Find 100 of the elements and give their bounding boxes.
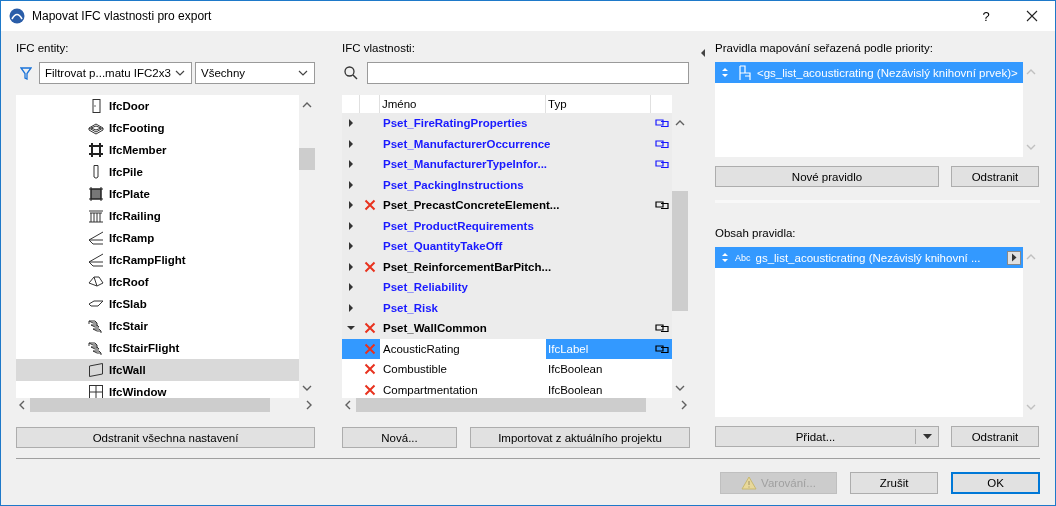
chevron-down-icon [298, 68, 308, 78]
table-row[interactable]: Pset_FireRatingProperties [342, 113, 672, 134]
add-split-button[interactable]: Přidat... [715, 426, 939, 447]
import-button[interactable]: Importovat z aktuálního projektu [470, 427, 690, 448]
expand-arrow-icon[interactable] [346, 118, 356, 129]
expand-arrow-icon[interactable] [346, 159, 356, 170]
table-cell-text: Pset_ProductRequirements [382, 219, 534, 232]
chair-icon [737, 64, 753, 81]
table-row[interactable]: Pset_ManufacturerOccurrence [342, 133, 672, 154]
tree-item[interactable]: IfcStair [16, 315, 299, 337]
new-button[interactable]: Nová... [342, 427, 457, 448]
table-cell-text: Pset_PrecastConcreteElement... [382, 199, 560, 212]
remove-button[interactable]: Odstranit [951, 426, 1039, 447]
help-button[interactable]: ? [963, 1, 1009, 31]
table-row[interactable]: Pset_Reliability [342, 277, 672, 298]
window-icon [88, 384, 104, 398]
tree-item[interactable]: IfcMember [16, 139, 299, 161]
sort-arrows-icon [721, 252, 729, 263]
table-cell-text: IfcBoolean [547, 363, 603, 376]
dropdown-arrow-icon [922, 434, 932, 439]
chevron-down-icon [175, 68, 185, 78]
table-cell-text: Pset_FireRatingProperties [382, 117, 528, 130]
search-field[interactable] [367, 62, 689, 84]
new-rule-button[interactable]: Nové pravidlo [715, 166, 939, 187]
table-cell-text: Pset_QuantityTakeOff [382, 240, 503, 253]
table-cell-text: AcousticRating [382, 342, 460, 355]
expand-arrow-icon[interactable] [346, 302, 356, 313]
dropdown[interactable]: Filtrovat p...matu IFC2x3 [39, 62, 192, 84]
section-label: Obsah pravidla: [715, 226, 797, 240]
table-cell-text: IfcBoolean [547, 383, 603, 396]
expand-arrow-icon[interactable] [346, 282, 356, 293]
section-label: IFC entity: [16, 41, 70, 55]
table-cell-text: Pset_ReinforcementBarPitch... [382, 260, 552, 273]
wall-icon [88, 362, 104, 378]
table-row[interactable]: Pset_ReinforcementBarPitch... [342, 256, 672, 277]
expand-arrow-icon[interactable] [346, 179, 356, 190]
tree-item[interactable]: IfcStairFlight [16, 337, 299, 359]
table-cell-text: IfcLabel [547, 342, 589, 355]
stair-icon [88, 318, 104, 334]
table-cell-text: Pset_ManufacturerOccurrence [382, 137, 551, 150]
expand-arrow-icon[interactable] [346, 261, 356, 272]
tree-item[interactable]: IfcSlab [16, 293, 299, 315]
type-label: Abc [735, 252, 751, 263]
ramp-icon [88, 252, 104, 268]
table-cell-text: Pset_Reliability [382, 281, 468, 294]
plate-icon [88, 186, 104, 202]
scroll-thumb[interactable] [299, 148, 315, 170]
expand-arrow-icon[interactable] [346, 200, 356, 211]
table-row[interactable]: Pset_PrecastConcreteElement... [342, 195, 672, 216]
railing-icon [88, 208, 104, 224]
dialog-button[interactable]: OK [951, 472, 1040, 494]
table-row[interactable]: Pset_ManufacturerTypeInfor... [342, 154, 672, 175]
expand-arrow-icon[interactable] [346, 241, 356, 252]
ramp-icon [88, 230, 104, 246]
sort-arrows-icon [721, 67, 729, 78]
tree-item[interactable]: IfcRailing [16, 205, 299, 227]
expand-arrow-icon[interactable] [346, 138, 356, 149]
stair-icon [88, 340, 104, 356]
close-icon [1026, 10, 1038, 22]
search-icon [344, 66, 358, 80]
tree-item[interactable]: IfcRamp [16, 227, 299, 249]
tree-item[interactable]: IfcWall [16, 359, 299, 381]
expand-button[interactable] [1007, 250, 1021, 265]
collapse-panel-icon[interactable] [699, 48, 706, 58]
scroll-thumb[interactable] [356, 398, 646, 412]
table-row[interactable]: Pset_ProductRequirements [342, 215, 672, 236]
roof-icon [88, 274, 104, 290]
table-row[interactable]: AcousticRating IfcLabel [342, 338, 672, 359]
tree-item[interactable]: IfcPlate [16, 183, 299, 205]
app-logo-icon [9, 8, 25, 24]
warning-icon [741, 476, 758, 490]
tree-item[interactable]: IfcPile [16, 161, 299, 183]
play-arrow-icon [1011, 253, 1017, 262]
table-row[interactable]: Pset_QuantityTakeOff [342, 236, 672, 257]
filter-icon [20, 66, 32, 80]
table-row[interactable]: Pset_Risk [342, 297, 672, 318]
table-cell-text: Pset_ManufacturerTypeInfor... [382, 158, 548, 171]
expand-arrow-icon[interactable] [346, 220, 356, 231]
member-icon [88, 142, 104, 158]
table-row[interactable]: Pset_WallCommon [342, 318, 672, 339]
tree-item[interactable]: IfcWindow [16, 381, 299, 398]
tree-item[interactable]: IfcRoof [16, 271, 299, 293]
table-cell-text: Combustible [382, 363, 447, 376]
table-cell-text: Pset_WallCommon [382, 322, 487, 335]
tree-item[interactable]: IfcFooting [16, 117, 299, 139]
dialog-button[interactable]: Zrušit [850, 472, 938, 494]
scroll-thumb[interactable] [672, 191, 688, 311]
table-cell-text: Pset_Risk [382, 301, 438, 314]
table-row[interactable]: Pset_PackingInstructions [342, 174, 672, 195]
table-cell-text: Compartmentation [382, 383, 478, 396]
tree-item[interactable]: IfcRampFlight [16, 249, 299, 271]
window-title: Mapovat IFC vlastnosti pro export [32, 9, 212, 23]
section-label: Pravidla mapování seřazená podle priority: [715, 41, 934, 55]
reset-button[interactable]: Odstranit všechna nastavení [16, 427, 315, 448]
table-cell-text: Pset_PackingInstructions [382, 178, 524, 191]
section-label: IFC vlastnosti: [342, 41, 416, 55]
scroll-thumb[interactable] [30, 398, 270, 412]
tree-item[interactable]: IfcDoor [16, 95, 299, 117]
remove-button[interactable]: Odstranit [951, 166, 1039, 187]
dropdown[interactable]: Všechny [195, 62, 315, 84]
